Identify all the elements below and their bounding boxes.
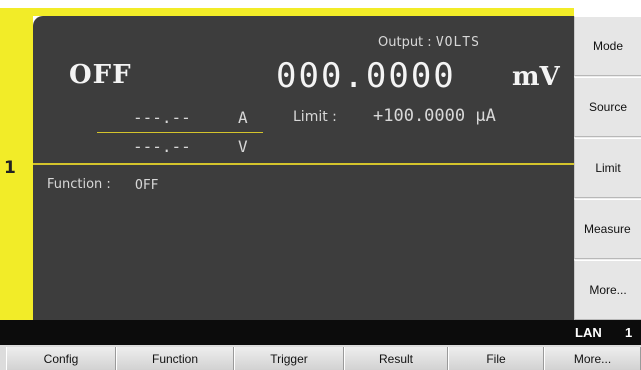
- channel-indicator-strip: 1: [0, 8, 33, 320]
- section-divider: [33, 163, 574, 165]
- current-measurement: ---.--: [133, 108, 191, 127]
- menu-more-button[interactable]: More...: [544, 347, 641, 370]
- channel-top-bar: [31, 8, 574, 16]
- softkey-source[interactable]: Source: [574, 77, 641, 137]
- current-unit: A: [238, 108, 248, 127]
- measurement-separator: [97, 132, 263, 133]
- output-label-text: Output :: [378, 35, 432, 50]
- channel-number: 1: [4, 158, 16, 178]
- limit-label: Limit :: [293, 109, 337, 125]
- menu-file-button[interactable]: File: [448, 347, 544, 370]
- softkey-more[interactable]: More...: [574, 260, 641, 320]
- main-display-panel: Output : VOLTS OFF 000.0000 mV ---.-- A …: [33, 16, 574, 320]
- voltage-unit: V: [238, 137, 248, 156]
- instrument-screen: 1 Output : VOLTS OFF 000.0000 mV ---.-- …: [0, 0, 641, 370]
- menu-trigger-button[interactable]: Trigger: [234, 347, 344, 370]
- softkey-measure[interactable]: Measure: [574, 199, 641, 259]
- status-bar: LAN 1: [0, 320, 641, 345]
- softkey-limit[interactable]: Limit: [574, 138, 641, 198]
- source-reading-value: 000.0000: [276, 56, 456, 96]
- bottom-function-menu: Config Function Trigger Result File More…: [0, 345, 641, 370]
- output-mode-label: Output : VOLTS: [378, 35, 480, 50]
- menu-result-button[interactable]: Result: [344, 347, 448, 370]
- softkey-column: Mode Source Limit Measure More...: [574, 16, 641, 320]
- source-reading-unit: mV: [512, 62, 560, 92]
- function-label: Function :: [47, 177, 111, 192]
- status-channel-number: 1: [625, 325, 633, 340]
- output-mode-value: VOLTS: [435, 35, 480, 50]
- output-state: OFF: [69, 60, 132, 90]
- menu-function-button[interactable]: Function: [116, 347, 234, 370]
- limit-value: +100.0000 µA: [373, 106, 496, 126]
- voltage-measurement: ---.--: [133, 137, 191, 156]
- function-value: OFF: [135, 178, 159, 193]
- connection-status: LAN: [575, 325, 602, 340]
- softkey-mode[interactable]: Mode: [574, 16, 641, 76]
- menu-config-button[interactable]: Config: [6, 347, 116, 370]
